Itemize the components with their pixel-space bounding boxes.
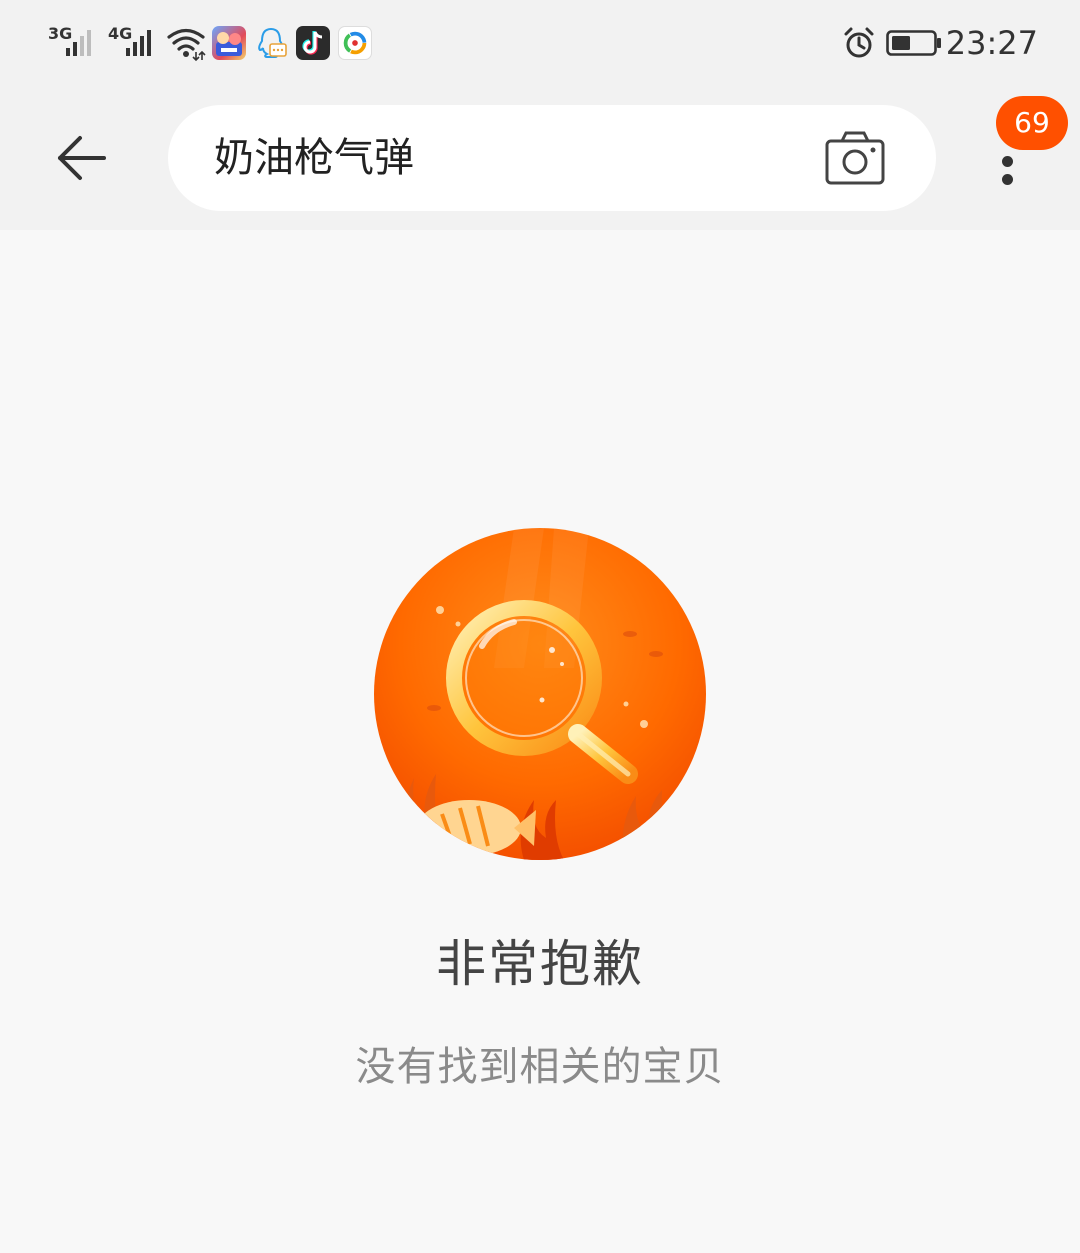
alarm-icon bbox=[844, 27, 874, 58]
camera-icon[interactable] bbox=[824, 129, 888, 189]
battery-icon bbox=[886, 30, 941, 56]
tiktok-icon bbox=[296, 26, 330, 60]
qq-icon bbox=[258, 27, 287, 58]
empty-state-title: 非常抱歉 bbox=[436, 935, 644, 993]
more-dot-icon bbox=[1002, 156, 1013, 167]
status-bar: 3G 4G 23:27 bbox=[0, 0, 1080, 88]
more-menu-button[interactable] bbox=[984, 144, 1032, 192]
wifi-icon bbox=[167, 28, 206, 62]
back-arrow-icon[interactable] bbox=[44, 128, 120, 188]
signal-3g-icon: 3G bbox=[48, 24, 104, 60]
empty-state-subtitle: 没有找到相关的宝贝 bbox=[355, 1044, 725, 1090]
signal-4g-icon: 4G bbox=[108, 24, 164, 60]
game-icon bbox=[212, 26, 246, 60]
message-count-badge[interactable]: 69 bbox=[996, 96, 1068, 150]
browser-icon bbox=[338, 26, 372, 60]
search-bar[interactable]: 奶油枪气弹 bbox=[168, 105, 936, 211]
status-time: 23:27 bbox=[945, 24, 1038, 62]
no-results-magnifier-illustration bbox=[374, 528, 706, 860]
more-dot-icon bbox=[1002, 174, 1013, 185]
search-header: 奶油枪气弹 bbox=[0, 88, 1080, 230]
search-query-text[interactable]: 奶油枪气弹 bbox=[214, 105, 414, 211]
